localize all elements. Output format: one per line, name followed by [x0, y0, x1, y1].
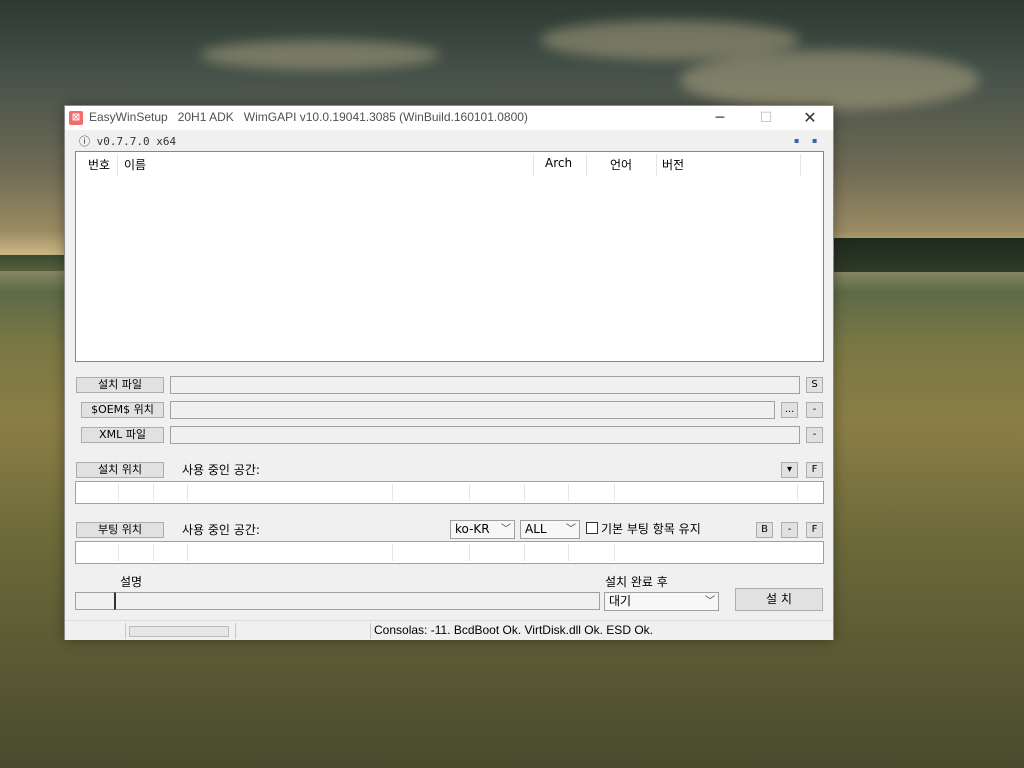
column-divider: [117, 154, 118, 176]
minimize-button[interactable]: ─: [697, 106, 743, 130]
scope-select[interactable]: ALL ﹀: [520, 520, 580, 539]
column-number[interactable]: 번호: [88, 156, 110, 173]
easywinsetup-window: ⊠ EasyWinSetup 20H1 ADK WimGAPI v10.0.19…: [64, 105, 834, 640]
column-version[interactable]: 버전: [662, 156, 684, 173]
column-divider: [586, 154, 587, 176]
strip-divider: [614, 484, 615, 501]
locale-select[interactable]: ko-KR ﹀: [450, 520, 515, 539]
status-divider: [370, 623, 371, 639]
boot-used-space-label: 사용 중인 공간:: [182, 523, 260, 537]
progress-bar: [129, 626, 229, 637]
oem-location-field[interactable]: [170, 401, 775, 419]
strip-divider: [187, 544, 188, 561]
boot-format-button[interactable]: F: [806, 522, 823, 538]
description-field[interactable]: [114, 592, 600, 610]
cloud: [200, 40, 440, 70]
boot-partition-strip[interactable]: [75, 541, 824, 564]
b-button[interactable]: B: [756, 522, 773, 538]
xml-remove-button[interactable]: -: [806, 427, 823, 443]
install-partition-strip[interactable]: [75, 481, 824, 504]
chevron-down-icon: ﹀: [705, 596, 715, 607]
browse-button[interactable]: ...: [781, 402, 798, 418]
scope-value: ALL: [525, 522, 547, 536]
after-install-label: 설치 완료 후: [605, 575, 668, 589]
strip-divider: [392, 544, 393, 561]
menu-dot-icon[interactable]: ▪: [812, 136, 817, 145]
column-language[interactable]: 언어: [610, 156, 632, 173]
strip-divider: [524, 544, 525, 561]
strip-divider: [568, 544, 569, 561]
description-prefix-field[interactable]: [75, 592, 115, 610]
column-divider: [800, 154, 801, 176]
strip-divider: [153, 484, 154, 501]
s-button[interactable]: S: [806, 377, 823, 393]
version-label: ⓘ v0.7.7.0 x64: [79, 135, 177, 148]
setup-file-button[interactable]: 설치 파일: [76, 377, 164, 393]
list-header: 번호 이름 Arch 언어 버전: [76, 152, 823, 176]
strip-divider: [118, 484, 119, 501]
menu-dot-icon[interactable]: ▪: [794, 136, 799, 145]
strip-divider: [469, 544, 470, 561]
status-divider: [235, 623, 236, 639]
status-divider: [125, 623, 126, 639]
chevron-down-icon: ﹀: [566, 524, 576, 535]
status-bar: Consolas: -11. BcdBoot Ok. VirtDisk.dll …: [65, 620, 833, 640]
column-arch[interactable]: Arch: [545, 156, 572, 170]
install-location-button[interactable]: 설치 위치: [76, 462, 164, 478]
strip-divider: [614, 544, 615, 561]
window-title: EasyWinSetup 20H1 ADK WimGAPI v10.0.1904…: [89, 110, 528, 124]
xml-file-button[interactable]: XML 파일: [81, 427, 164, 443]
strip-divider: [524, 484, 525, 501]
column-divider: [533, 154, 534, 176]
treeline: [830, 238, 1024, 272]
maximize-button[interactable]: ☐: [743, 106, 789, 130]
close-button[interactable]: ✕: [787, 106, 833, 130]
boot-location-button[interactable]: 부팅 위치: [76, 522, 164, 538]
after-install-select[interactable]: 대기 ﹀: [604, 592, 719, 611]
cloud: [680, 50, 980, 110]
title-bar[interactable]: ⊠ EasyWinSetup 20H1 ADK WimGAPI v10.0.19…: [65, 106, 833, 130]
locale-value: ko-KR: [455, 522, 490, 536]
strip-divider: [187, 484, 188, 501]
boot-remove-button[interactable]: -: [781, 522, 798, 538]
app-icon: ⊠: [69, 111, 83, 125]
description-label: 설명: [120, 575, 143, 589]
install-format-button[interactable]: F: [806, 462, 823, 478]
strip-divider: [392, 484, 393, 501]
keep-boot-entry-checkbox[interactable]: [586, 522, 598, 534]
column-divider: [656, 154, 657, 176]
install-button[interactable]: 설 치: [735, 588, 823, 611]
status-text: Consolas: -11. BcdBoot Ok. VirtDisk.dll …: [374, 623, 653, 637]
after-install-value: 대기: [609, 594, 632, 608]
chevron-down-icon: ﹀: [501, 524, 511, 535]
strip-divider: [118, 544, 119, 561]
strip-divider: [797, 484, 798, 501]
strip-divider: [568, 484, 569, 501]
xml-file-field[interactable]: [170, 426, 800, 444]
image-list[interactable]: 번호 이름 Arch 언어 버전: [75, 151, 824, 362]
strip-divider: [469, 484, 470, 501]
install-dropdown-button[interactable]: ▾: [781, 462, 798, 478]
keep-boot-entry-label: 기본 부팅 항목 유지: [601, 522, 701, 536]
strip-divider: [153, 544, 154, 561]
install-used-space-label: 사용 중인 공간:: [182, 463, 260, 477]
oem-remove-button[interactable]: -: [806, 402, 823, 418]
setup-file-field[interactable]: [170, 376, 800, 394]
oem-location-button[interactable]: $OEM$ 위치: [81, 402, 164, 418]
column-name[interactable]: 이름: [124, 156, 146, 173]
